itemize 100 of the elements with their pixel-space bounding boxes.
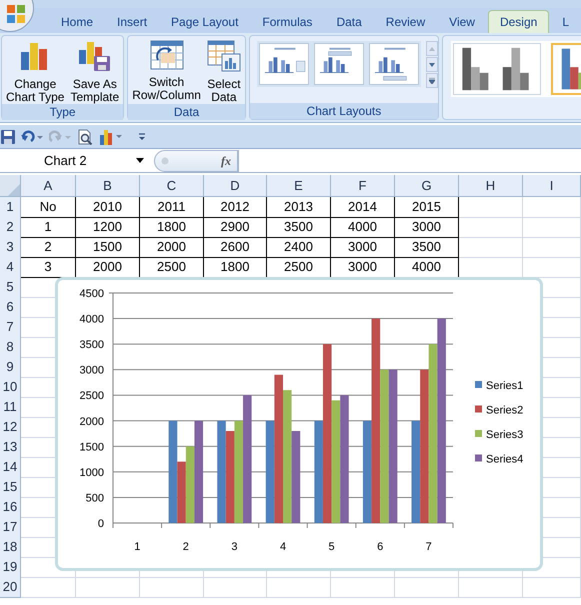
table-cell: 3000 <box>395 217 459 238</box>
layout-thumbnail[interactable] <box>368 43 419 85</box>
table-chart-icon <box>206 40 241 72</box>
row-header[interactable]: 17 <box>0 517 21 538</box>
group-label: Data <box>128 104 245 120</box>
table-cell: 1 <box>21 217 76 238</box>
legend-label: Series4 <box>486 454 524 466</box>
table-cell: 2400 <box>267 237 331 258</box>
row-header[interactable]: 15 <box>0 477 21 498</box>
column-header[interactable]: H <box>459 175 523 197</box>
customize-icon[interactable] <box>137 130 147 142</box>
ribbon-tab[interactable]: View <box>438 10 486 33</box>
axis-tick-label: 6 <box>377 541 384 553</box>
row-header[interactable]: 20 <box>0 577 21 598</box>
ribbon-button[interactable]: Change Chart Type <box>4 37 66 104</box>
axis-tick-label: 5 <box>328 541 335 553</box>
table-cell: 2600 <box>204 237 267 258</box>
axis-tick-label: 0 <box>98 518 104 530</box>
table-cell: 2011 <box>140 197 204 218</box>
ribbon-tab[interactable]: Design <box>488 10 550 33</box>
row-header[interactable]: 6 <box>0 297 21 318</box>
bar-chart-icon[interactable] <box>99 128 123 144</box>
axis-tick-label: 1000 <box>80 466 104 479</box>
row-header[interactable]: 12 <box>0 417 21 438</box>
table-cell: 3500 <box>395 237 459 258</box>
row-header[interactable]: 16 <box>0 497 21 518</box>
table-cell: 1800 <box>140 217 204 238</box>
save-icon[interactable] <box>1 130 15 144</box>
office-logo-icon <box>6 4 26 24</box>
ribbon-tab[interactable]: Insert <box>106 10 158 33</box>
column-header[interactable]: G <box>395 175 459 197</box>
more-button[interactable] <box>426 73 438 88</box>
ribbon-tab[interactable]: Formulas <box>251 10 324 33</box>
row-header[interactable]: 7 <box>0 317 21 338</box>
table-cell: 2010 <box>76 197 140 218</box>
dropdown-arrow-icon <box>136 158 144 163</box>
table-cell: 2014 <box>331 197 395 218</box>
axis-tick-label: 2000 <box>80 416 104 428</box>
legend-label: Series3 <box>486 429 524 441</box>
table-cell: 2015 <box>395 197 459 218</box>
chart-floppy-icon <box>78 40 112 72</box>
scroll-down-button[interactable] <box>426 57 438 72</box>
row-header[interactable]: 9 <box>0 357 21 378</box>
row-header[interactable]: 14 <box>0 457 21 478</box>
ribbon-tab[interactable]: L <box>551 10 580 33</box>
row-header[interactable]: 18 <box>0 537 21 558</box>
down-arrow-icon <box>428 62 435 66</box>
table-cell: 1200 <box>76 217 140 238</box>
insert-function-button[interactable]: fx <box>221 152 231 170</box>
axis-tick-label: 500 <box>86 492 104 504</box>
print-preview-icon[interactable] <box>77 128 93 144</box>
table-cell: No <box>21 197 76 218</box>
row-header[interactable]: 1 <box>0 197 21 218</box>
ribbon-button[interactable]: Select Data <box>204 37 243 104</box>
column-header[interactable]: D <box>204 175 267 197</box>
row-header[interactable]: 10 <box>0 377 21 398</box>
axis-tick-label: 4 <box>280 541 286 553</box>
axis-tick-label: 4000 <box>80 314 104 326</box>
row-header[interactable]: 19 <box>0 557 21 578</box>
row-header[interactable]: 3 <box>0 237 21 258</box>
row-header[interactable]: 2 <box>0 217 21 238</box>
ribbon-tab[interactable]: Page Layout <box>160 10 250 33</box>
table-cell: 1500 <box>76 237 140 258</box>
legend-label: Series2 <box>486 404 524 416</box>
column-header[interactable]: E <box>267 175 331 197</box>
column-header[interactable]: A <box>21 175 76 197</box>
table-arrows-icon <box>150 40 184 70</box>
table-cell: 4000 <box>331 217 395 238</box>
column-header[interactable]: F <box>331 175 395 197</box>
table-cell: 2013 <box>267 197 331 218</box>
up-arrow-icon <box>428 46 435 50</box>
layout-thumbnail[interactable] <box>314 43 364 85</box>
ribbon-tab[interactable]: Review <box>374 10 436 33</box>
table-cell: 2 <box>21 237 76 258</box>
column-header[interactable]: I <box>523 175 581 197</box>
chart-area[interactable]: 0 500 1000 1500 2000 2500 3000 3500 4000 4500 1 2 3 4 5 6 7 Series1 Series2 Series3 Series4 <box>55 277 543 571</box>
row-header[interactable]: 5 <box>0 277 21 298</box>
ribbon-button[interactable]: Save As Template <box>68 37 122 104</box>
undo-icon[interactable] <box>21 130 43 144</box>
table-cell: 2012 <box>204 197 267 218</box>
ribbon-tab[interactable]: Home <box>50 10 104 33</box>
ribbon-tab[interactable]: Data <box>325 10 373 33</box>
axis-tick-label: 2500 <box>80 390 104 402</box>
row-header[interactable]: 8 <box>0 337 21 358</box>
row-header[interactable]: 11 <box>0 397 21 418</box>
triangle-icon <box>8 184 20 196</box>
name-box[interactable]: Chart 2 <box>0 150 150 172</box>
style-thumbnail[interactable] <box>452 43 541 95</box>
circle-icon <box>161 156 169 164</box>
column-header[interactable]: C <box>140 175 204 197</box>
ribbon-button[interactable]: Switch Row/Column <box>130 37 203 102</box>
axis-tick-label: 4500 <box>80 288 104 300</box>
legend-label: Series1 <box>486 380 524 392</box>
table-cell: 3500 <box>267 217 331 238</box>
table-cell: 2900 <box>204 217 267 238</box>
layout-thumbnail[interactable] <box>258 43 309 85</box>
column-header[interactable]: B <box>76 175 140 197</box>
row-header[interactable]: 4 <box>0 257 21 278</box>
axis-tick-label: 1 <box>134 541 140 553</box>
row-header[interactable]: 13 <box>0 437 21 458</box>
